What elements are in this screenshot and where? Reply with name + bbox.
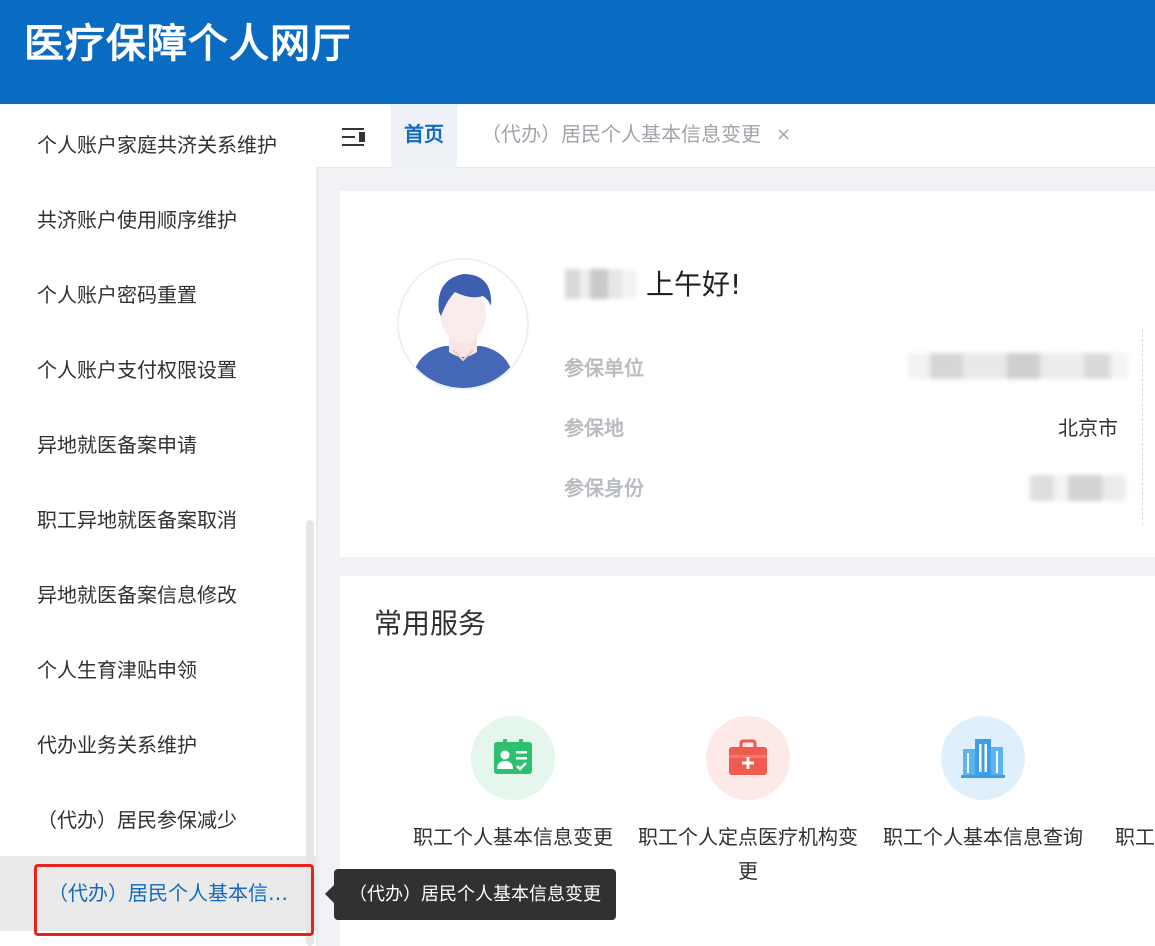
sidebar-item-password-reset[interactable]: 个人账户密码重置 bbox=[0, 258, 316, 333]
sidebar-item-label: 代办业务关系维护 bbox=[37, 733, 197, 757]
sidebar-item-agent-resident-info-change[interactable]: （代办）居民个人基本信息变更 bbox=[0, 856, 316, 931]
service-label: 职工个人定点医疗机构变更 bbox=[638, 825, 858, 883]
sidebar-item-label: 个人账户密码重置 bbox=[37, 283, 197, 307]
sidebar-item-label: 个人账户家庭共济关系维护 bbox=[37, 133, 277, 157]
service-employee-info-change[interactable]: 职工个人基本信息变更 bbox=[398, 716, 628, 854]
greeting-text: 上午好! bbox=[646, 268, 742, 301]
insured-location-label: 参保地 bbox=[564, 416, 624, 440]
sidebar-item-label: 异地就医备案信息修改 bbox=[37, 583, 237, 607]
services-title: 常用服务 bbox=[374, 607, 487, 640]
sidebar-item-label: 个人生育津贴申领 bbox=[37, 658, 197, 682]
insured-unit-label: 参保单位 bbox=[564, 356, 644, 380]
service-designated-hospital-change[interactable]: 职工个人定点医疗机构变更 bbox=[633, 716, 863, 888]
sidebar-item-remote-filing-apply[interactable]: 异地就医备案申请 bbox=[0, 408, 316, 483]
sidebar-item-maternity-allowance[interactable]: 个人生育津贴申领 bbox=[0, 633, 316, 708]
menu-tooltip: （代办）居民个人基本信息变更 bbox=[325, 869, 616, 920]
service-employee-info-query[interactable]: 职工个人基本信息查询 bbox=[868, 716, 1098, 854]
close-tab-icon[interactable]: × bbox=[776, 104, 791, 168]
sidebar-item-mutual-account-order[interactable]: 共济账户使用顺序维护 bbox=[0, 183, 316, 258]
sidebar-item-family-mutual-aid[interactable]: 个人账户家庭共济关系维护 bbox=[0, 108, 316, 183]
service-label: 职工个人基本信息查询 bbox=[883, 825, 1083, 849]
sidebar-item-label: 共济账户使用顺序维护 bbox=[37, 208, 237, 232]
sidebar-menu: 个人账户家庭共济关系维护 共济账户使用顺序维护 个人账户密码重置 个人账户支付权… bbox=[0, 104, 316, 946]
id-card-icon bbox=[471, 716, 555, 800]
sidebar-item-agent-resident-reduce[interactable]: （代办）居民参保减少 bbox=[0, 783, 316, 858]
tab-bar: 首页 （代办）居民个人基本信息变更 × bbox=[316, 104, 1155, 168]
collapse-menu-icon[interactable] bbox=[342, 126, 368, 148]
insured-identity-value-blurred bbox=[1030, 475, 1126, 501]
sidebar-item-label: 异地就医备案申请 bbox=[37, 433, 197, 457]
divider-line bbox=[1142, 329, 1143, 525]
medical-kit-icon bbox=[706, 716, 790, 800]
sidebar-item-label: 职工异地就医备案取消 bbox=[37, 508, 237, 532]
sidebar-item-remote-filing-modify[interactable]: 异地就医备案信息修改 bbox=[0, 558, 316, 633]
sidebar-item-label: （代办）居民参保减少 bbox=[37, 808, 237, 832]
user-avatar-icon bbox=[399, 260, 527, 388]
username-blurred bbox=[565, 269, 637, 299]
service-label: 职工个人基本信息变更 bbox=[413, 825, 613, 849]
insured-identity-label: 参保身份 bbox=[564, 476, 644, 500]
sidebar-scrollbar[interactable] bbox=[306, 520, 314, 946]
sidebar-item-payment-permission[interactable]: 个人账户支付权限设置 bbox=[0, 333, 316, 408]
avatar bbox=[397, 258, 529, 390]
service-label: 职工 bbox=[1115, 825, 1155, 849]
tab-agent-resident-info-change[interactable]: （代办）居民个人基本信息变更 bbox=[481, 104, 761, 168]
service-partial[interactable]: 职工 bbox=[1103, 716, 1155, 854]
tab-home[interactable]: 首页 bbox=[391, 104, 457, 168]
insured-unit-value-blurred bbox=[908, 353, 1128, 379]
profile-card: 上午好! 参保单位 参保地 北京市 参保身份 bbox=[340, 191, 1155, 557]
building-icon bbox=[941, 716, 1025, 800]
sidebar-item-agent-relationship[interactable]: 代办业务关系维护 bbox=[0, 708, 316, 783]
sidebar-item-label: （代办）居民个人基本信息变更 bbox=[48, 881, 293, 905]
insured-location-value: 北京市 bbox=[1058, 416, 1118, 440]
header-bar: 医疗保障个人网厅 bbox=[0, 0, 1155, 104]
app-title: 医疗保障个人网厅 bbox=[24, 21, 352, 67]
sidebar-item-label: 个人账户支付权限设置 bbox=[37, 358, 237, 382]
sidebar-item-remote-filing-cancel[interactable]: 职工异地就医备案取消 bbox=[0, 483, 316, 558]
